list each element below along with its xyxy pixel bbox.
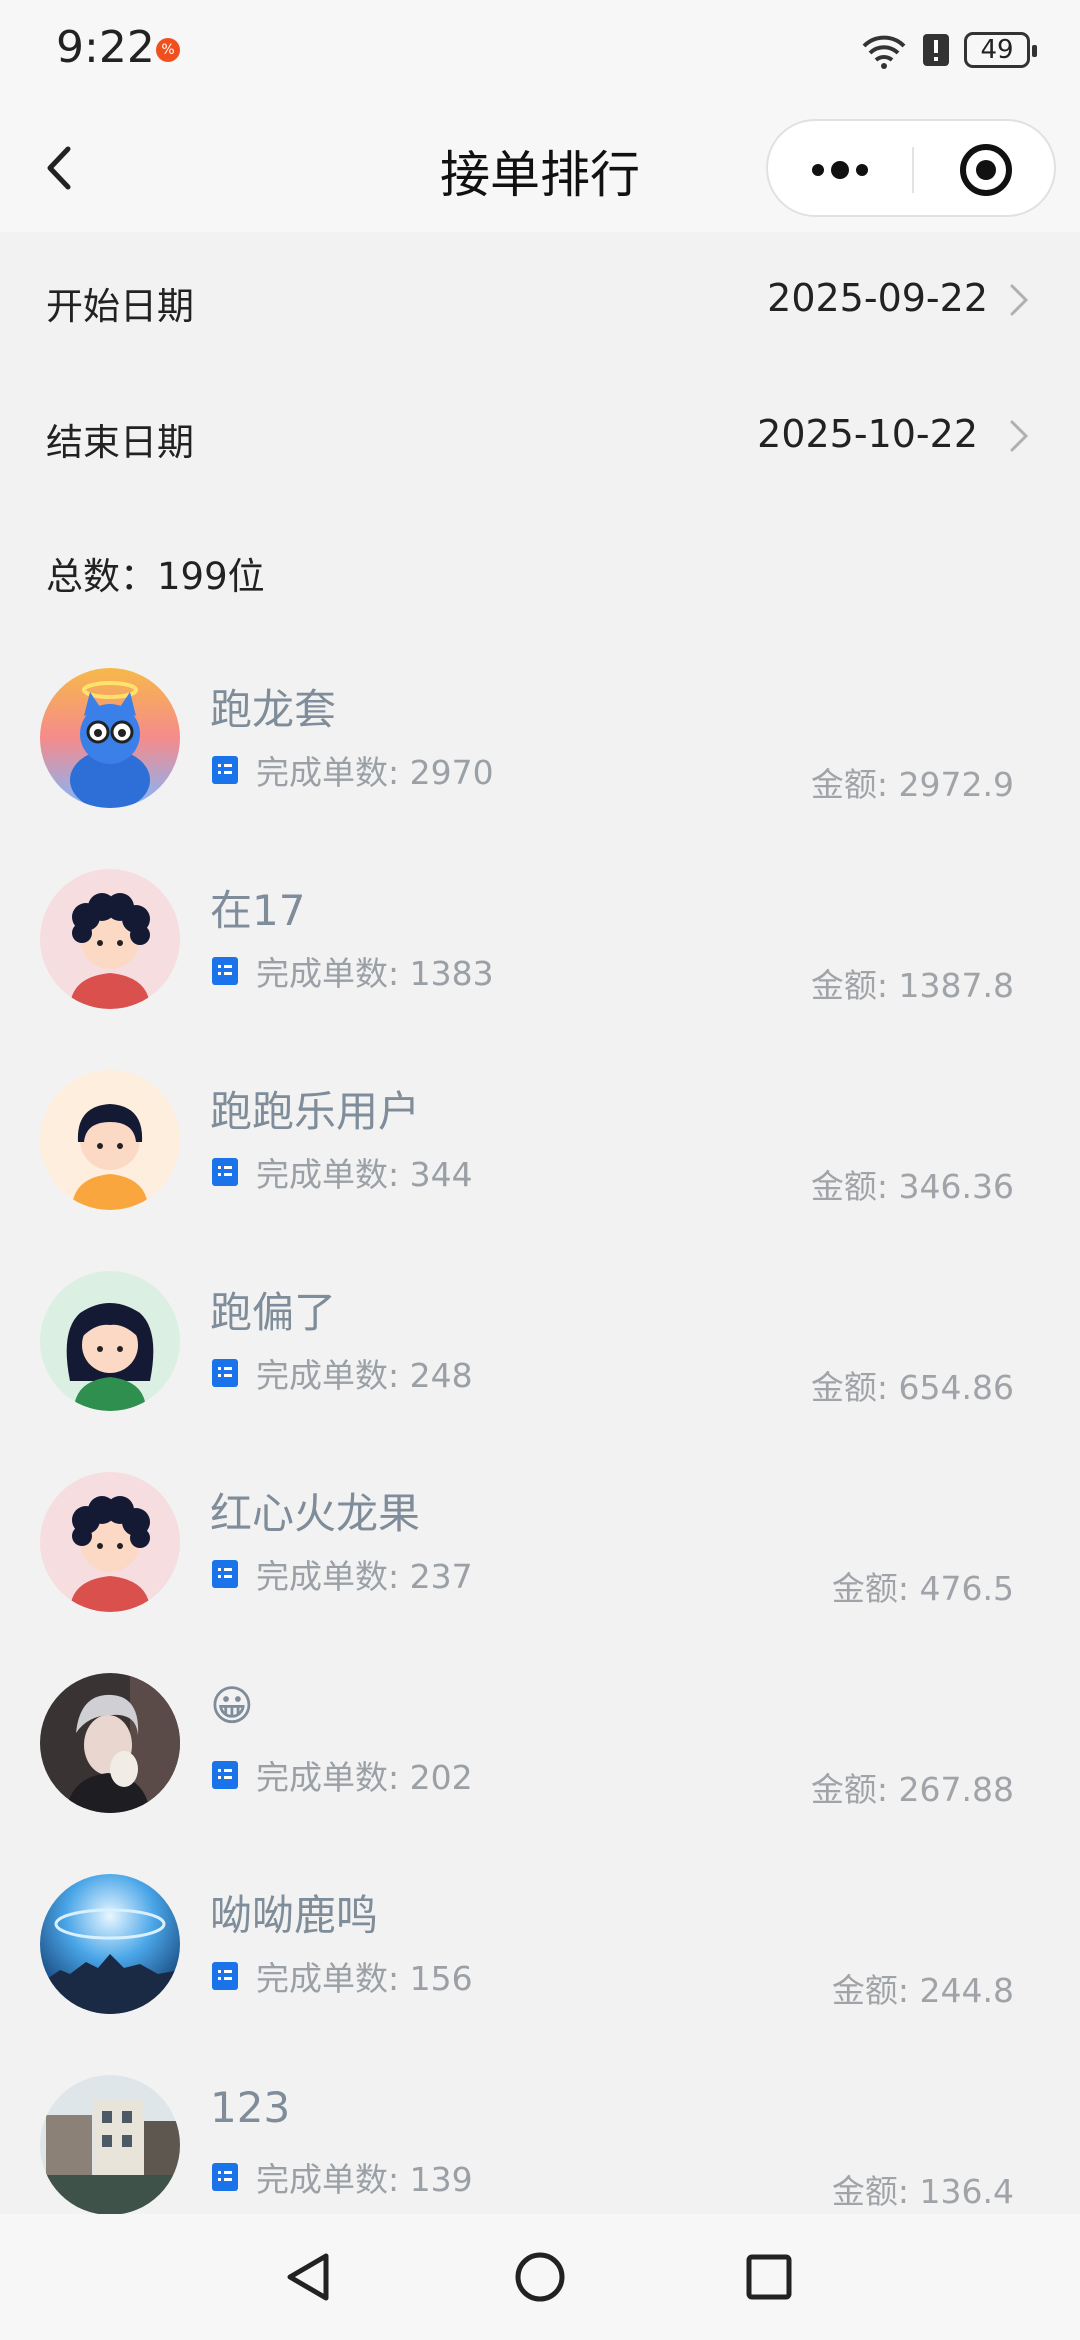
order-list-icon [212,2163,238,2191]
avatar [40,1271,180,1411]
page: 9:22 % 49 接单排行 开始日期 2025-09-22 结束日期 2025… [0,0,1080,2340]
end-date-row[interactable]: 结束日期 2025-10-22 [0,374,1080,494]
nav-bar: 接单排行 [0,105,1080,232]
square-recents-icon [746,2254,792,2300]
wifi-icon [862,35,906,69]
start-date-label: 开始日期 [46,285,194,328]
system-recents-button[interactable] [734,2242,804,2312]
close-button[interactable] [914,121,1058,219]
avatar [40,869,180,1009]
user-name: 跑龙套 [210,685,337,734]
user-name: 123 [210,2083,291,2132]
photo-person-avatar [40,1673,180,1813]
more-dots-icon [812,161,868,179]
ranking-list: 跑龙套 完成单数: 2970 金额: 2972.9 在17 完成单数: 1383… [0,650,1080,2258]
status-icons: 49 [860,28,1037,72]
completed-count: 完成单数: 237 [256,1557,473,1596]
amount: 金额: 346.36 [810,1167,1014,1206]
chevron-right-icon [1010,284,1029,316]
completed-count: 完成单数: 1383 [256,954,494,993]
avatar [40,1472,180,1612]
count-row: 完成单数: 1383 [212,951,494,993]
status-bar: 9:22 % 49 [0,0,1080,105]
list-item[interactable]: 在17 完成单数: 1383 金额: 1387.8 [0,851,1080,1052]
town-photo-avatar [40,2075,180,2215]
amount: 金额: 476.5 [831,1569,1014,1608]
user-name: 呦呦鹿鸣 [210,1891,379,1940]
order-list-icon [212,1158,238,1186]
avatar [40,1070,180,1210]
amount: 金额: 244.8 [831,1971,1014,2010]
order-list-icon [212,1560,238,1588]
completed-count: 完成单数: 248 [256,1356,473,1395]
user-name: 😀 [210,1681,254,1730]
avatar [40,668,180,808]
amount: 金额: 1387.8 [810,966,1014,1005]
user-name: 红心火龙果 [210,1489,421,1538]
completed-count: 完成单数: 2970 [256,753,494,792]
list-item[interactable]: 呦呦鹿鸣 完成单数: 156 金额: 244.8 [0,1856,1080,2057]
list-item[interactable]: 跑龙套 完成单数: 2970 金额: 2972.9 [0,650,1080,851]
list-item[interactable]: 红心火龙果 完成单数: 237 金额: 476.5 [0,1454,1080,1655]
chevron-right-icon [1010,420,1029,452]
order-list-icon [212,957,238,985]
user-name: 跑跑乐用户 [210,1087,421,1136]
order-list-icon [212,756,238,784]
system-back-button[interactable] [274,2242,344,2312]
amount: 金额: 136.4 [831,2172,1014,2211]
battery-icon: 49 [964,32,1037,68]
start-date-row[interactable]: 开始日期 2025-09-22 [0,238,1080,358]
blue-cat-avatar [40,668,180,808]
system-nav-bar [0,2214,1080,2340]
count-row: 完成单数: 202 [212,1755,473,1797]
status-time: 9:22 [56,22,155,73]
completed-count: 完成单数: 139 [256,2160,473,2199]
count-row: 完成单数: 237 [212,1554,473,1596]
list-item[interactable]: 😀 完成单数: 202 金额: 267.88 [0,1655,1080,1856]
triangle-back-icon [287,2253,329,2301]
bob-hair-avatar [40,1070,180,1210]
user-name: 在17 [210,886,306,935]
list-item[interactable]: 跑跑乐用户 完成单数: 344 金额: 346.36 [0,1052,1080,1253]
total-count: 总数：199位 [46,555,265,598]
completed-count: 完成单数: 202 [256,1758,473,1797]
count-row: 完成单数: 139 [212,2157,473,2199]
count-row: 完成单数: 344 [212,1152,473,1194]
order-list-icon [212,1962,238,1990]
long-hair-avatar [40,1271,180,1411]
order-list-icon [212,1359,238,1387]
count-row: 完成单数: 156 [212,1956,473,1998]
completed-count: 完成单数: 344 [256,1155,473,1194]
avatar [40,1874,180,2014]
count-row: 完成单数: 2970 [212,750,494,792]
start-date-value: 2025-09-22 [767,276,988,320]
curly-hair-avatar [40,869,180,1009]
blue-sky-avatar [40,1874,180,2014]
circle-home-icon [515,2252,565,2302]
end-date-value: 2025-10-22 [757,412,978,456]
avatar [40,1673,180,1813]
order-list-icon [212,1761,238,1789]
mini-program-capsule [766,119,1056,217]
more-button[interactable] [768,121,912,219]
alert-icon [923,34,949,66]
list-item[interactable]: 跑偏了 完成单数: 248 金额: 654.86 [0,1253,1080,1454]
amount: 金额: 2972.9 [810,765,1014,804]
amount: 金额: 267.88 [810,1770,1014,1809]
completed-count: 完成单数: 156 [256,1959,473,1998]
amount: 金额: 654.86 [810,1368,1014,1407]
notification-badge: % [156,38,180,62]
end-date-label: 结束日期 [46,421,194,464]
count-row: 完成单数: 248 [212,1353,473,1395]
user-name: 跑偏了 [210,1288,337,1337]
system-home-button[interactable] [505,2242,575,2312]
curly-hair-avatar [40,1472,180,1612]
avatar [40,2075,180,2215]
close-target-icon [960,144,1012,196]
